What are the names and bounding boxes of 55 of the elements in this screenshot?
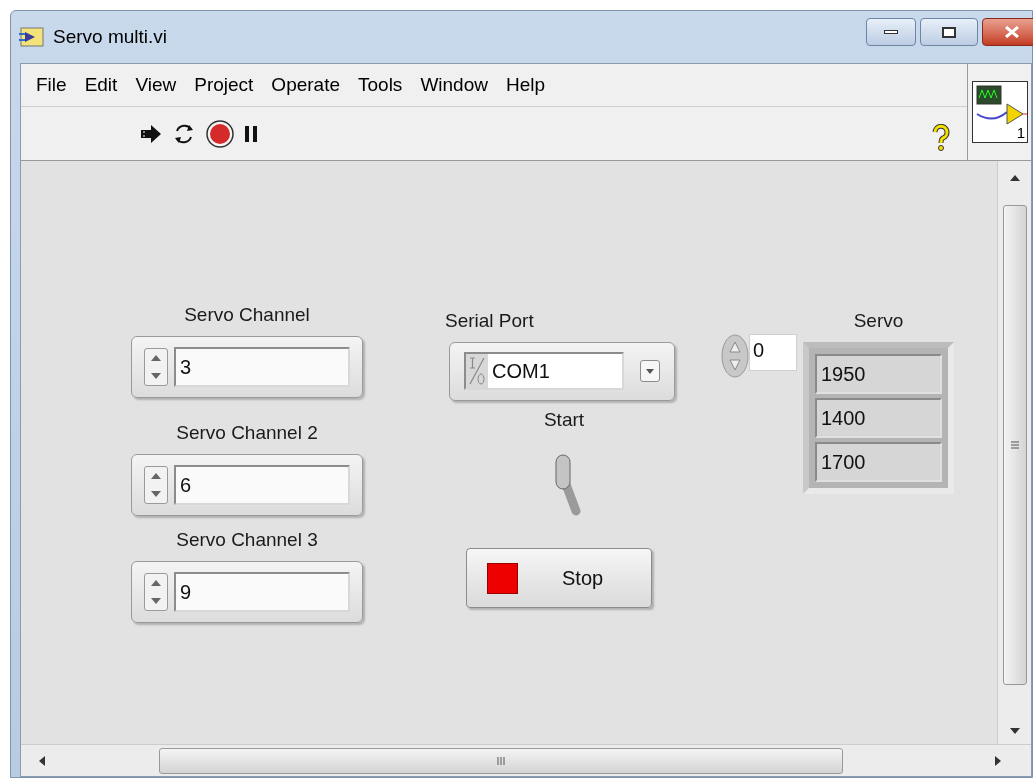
control-label: Servo Channel — [184, 303, 310, 327]
array-element: 1400 — [815, 397, 942, 438]
help-icon[interactable] — [931, 123, 951, 152]
menu-item[interactable]: Tools — [349, 70, 412, 100]
increment-decrement-icon[interactable] — [144, 347, 168, 386]
indicator-light — [487, 562, 518, 594]
menu-item[interactable]: File — [27, 70, 76, 100]
menu-item[interactable]: View — [126, 70, 186, 100]
run-arrow-icon[interactable] — [139, 122, 163, 145]
menu-item[interactable]: Project — [185, 70, 263, 100]
menu-item[interactable]: Edit — [75, 70, 127, 100]
numeric-field[interactable]: 6 — [174, 464, 350, 505]
array-element: 1700 — [815, 441, 942, 482]
numeric-control[interactable]: 3 — [131, 335, 363, 398]
scroll-right-icon[interactable] — [995, 755, 1001, 766]
connector-number: 1 — [1016, 122, 1025, 142]
menu-item[interactable]: Operate — [262, 70, 349, 100]
dropdown-button[interactable] — [640, 360, 660, 382]
window-title: Servo multi.vi — [53, 24, 168, 49]
vi-icon — [19, 26, 45, 48]
control-label: Serial Port — [445, 309, 534, 333]
scroll-thumb[interactable] — [159, 747, 843, 774]
pause-icon[interactable] — [244, 124, 258, 143]
serial-port-control[interactable]: COM1 — [449, 341, 675, 401]
io-icon — [466, 354, 488, 388]
abort-icon[interactable] — [205, 118, 235, 149]
control-label: Servo — [853, 309, 904, 333]
caret-icon — [646, 368, 654, 374]
scroll-up-icon[interactable] — [1009, 175, 1020, 181]
close-icon — [1005, 26, 1019, 38]
control-label: Servo Channel 3 — [176, 528, 318, 552]
numeric-field[interactable]: 9 — [174, 571, 350, 612]
scroll-thumb[interactable] — [1002, 205, 1027, 685]
maximize-button[interactable] — [920, 18, 978, 46]
increment-decrement-icon[interactable] — [144, 465, 168, 504]
control-label: Servo Channel 2 — [176, 421, 318, 445]
numeric-control[interactable]: 9 — [131, 560, 363, 623]
serial-port-field[interactable]: COM1 — [464, 352, 624, 390]
vertical-scrollbar[interactable] — [997, 161, 1031, 744]
control-label: Start — [543, 408, 585, 432]
menu-item[interactable]: Window — [411, 70, 497, 100]
array-element: 1950 — [815, 353, 942, 394]
stop-button[interactable]: Stop — [466, 548, 652, 608]
horizontal-scrollbar[interactable] — [21, 744, 1031, 776]
numeric-field[interactable]: 3 — [174, 346, 350, 387]
close-button[interactable] — [982, 18, 1033, 46]
grip-icon — [497, 756, 505, 765]
minimize-button[interactable] — [866, 18, 916, 46]
numeric-control[interactable]: 6 — [131, 453, 363, 516]
increment-decrement-icon[interactable] — [144, 572, 168, 611]
scroll-left-icon[interactable] — [39, 755, 45, 766]
grip-icon — [1010, 441, 1019, 449]
menu-item[interactable]: Help — [496, 70, 555, 100]
index-field[interactable]: 0 — [749, 334, 797, 371]
scroll-down-icon[interactable] — [1009, 728, 1020, 734]
